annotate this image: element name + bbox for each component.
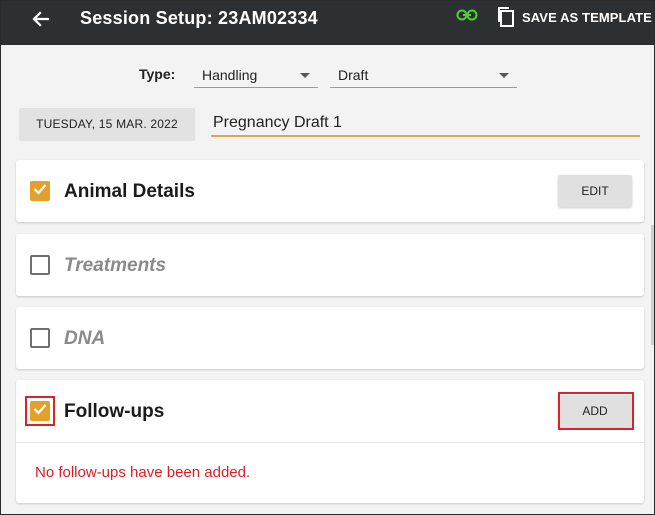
page-title: Session Setup: 23AM02334 [80, 8, 318, 28]
followups-checkbox[interactable] [30, 401, 50, 421]
arrow-left-icon [31, 9, 51, 34]
session-setup-form: Type: Handling Draft TUESDAY, 15 MAR. 20… [1, 45, 654, 514]
type-row: Type: Handling Draft [1, 62, 654, 90]
link-icon [456, 8, 478, 26]
dna-header: DNA [16, 307, 644, 369]
scrollbar[interactable] [651, 225, 654, 345]
animal-details-checkbox[interactable] [30, 181, 50, 201]
treatments-title: Treatments [64, 255, 167, 276]
status-select[interactable]: Draft [330, 62, 517, 88]
link-button[interactable] [454, 7, 480, 27]
treatments-card: Treatments [16, 234, 644, 296]
session-name-input[interactable] [211, 111, 640, 137]
checkmark-icon [33, 402, 47, 420]
animal-details-header: Animal Details EDIT [16, 160, 644, 222]
app-window: Session Setup: 23AM02334 SAVE AS TEMPLAT… [0, 0, 655, 515]
type-label: Type: [139, 66, 176, 82]
type-select[interactable]: Handling [194, 62, 318, 88]
checkmark-icon [33, 182, 47, 200]
save-as-template-label: SAVE AS TEMPLATE [522, 9, 652, 25]
treatments-header: Treatments [16, 234, 644, 296]
dna-checkbox[interactable] [30, 328, 50, 348]
edit-button[interactable]: EDIT [558, 175, 632, 207]
back-button[interactable] [27, 7, 55, 35]
add-followup-button[interactable]: ADD [558, 395, 632, 427]
followups-header: Follow-ups ADD [16, 380, 644, 442]
chevron-down-icon [499, 73, 509, 78]
status-select-value: Draft [338, 67, 369, 83]
app-bar: Session Setup: 23AM02334 SAVE AS TEMPLAT… [1, 1, 654, 45]
animal-details-card: Animal Details EDIT [16, 160, 644, 222]
dna-card: DNA [16, 307, 644, 369]
followups-title: Follow-ups [64, 401, 165, 422]
empty-followups-message: No follow-ups have been added. [35, 464, 251, 481]
type-select-value: Handling [202, 67, 258, 83]
save-as-template-button[interactable]: SAVE AS TEMPLATE [496, 5, 652, 29]
date-button[interactable]: TUESDAY, 15 MAR. 2022 [19, 108, 195, 140]
followups-card: Follow-ups ADD No follow-ups have been a… [16, 380, 644, 503]
dna-title: DNA [64, 328, 106, 349]
chevron-down-icon [300, 73, 310, 78]
treatments-checkbox[interactable] [30, 255, 50, 275]
copy-icon [496, 6, 516, 28]
card-divider [16, 442, 644, 443]
animal-details-title: Animal Details [64, 181, 195, 202]
